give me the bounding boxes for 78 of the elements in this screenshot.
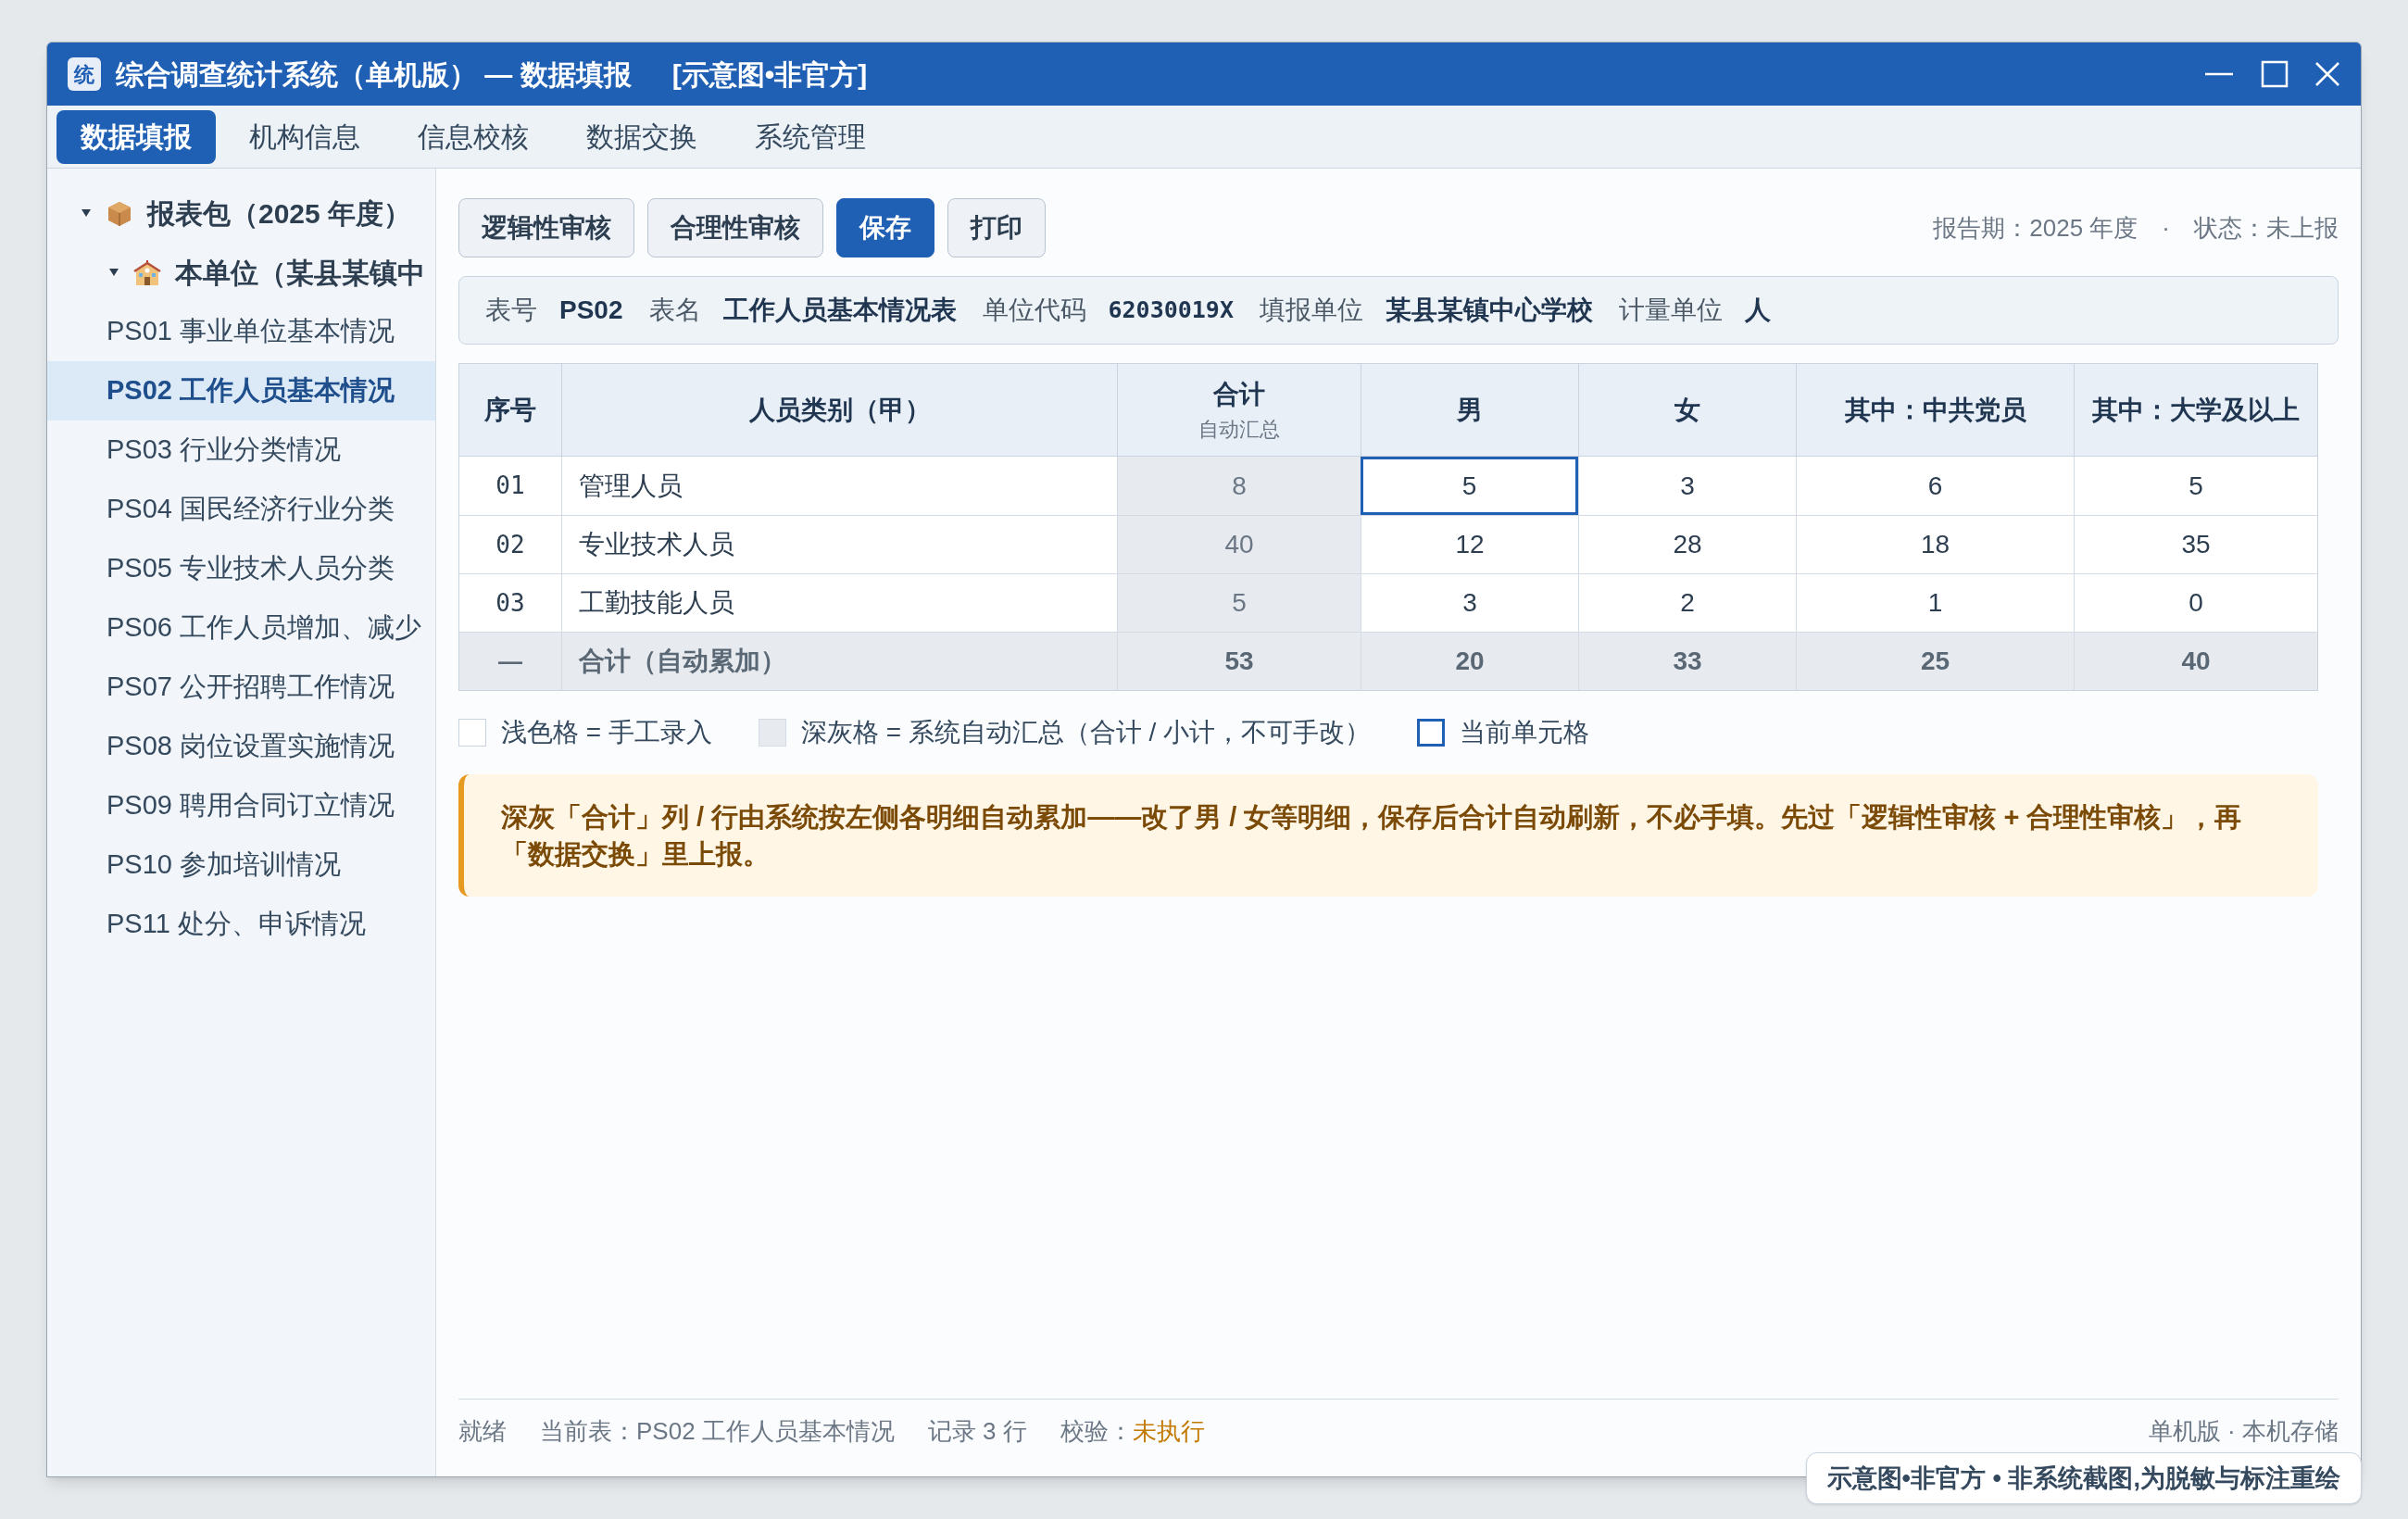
value-cell: 20: [1361, 633, 1578, 690]
school-icon: [132, 257, 162, 287]
legend-label: 浅色格 = 手工录入: [501, 717, 712, 748]
menu-tab[interactable]: 数据填报: [56, 109, 216, 164]
column-header: 人员类别（甲）: [748, 394, 931, 426]
hint-note: 深灰「合计」列 / 行由系统按左侧各明细自动累加——改了男 / 女等明细，保存后合计自动刷新，不必手填。先过「逻辑性审核 + 合理性审核」，再「数据交换」里上报。: [458, 774, 2318, 897]
seq-cell-text: 01: [495, 471, 526, 501]
tree-item[interactable]: 本单位（某县某镇中: [47, 243, 435, 302]
menu-tab[interactable]: 信息校核: [394, 109, 553, 164]
menu-tab[interactable]: 数据交换: [562, 109, 721, 164]
report-status: 状态：未上报: [2194, 212, 2339, 244]
value-cell: 40: [2074, 633, 2317, 690]
caret-icon[interactable]: [81, 208, 92, 218]
form-item[interactable]: PS07 公开招聘工作情况: [47, 658, 435, 717]
maximize-icon[interactable]: [2261, 60, 2289, 88]
info-value: PS02: [559, 295, 623, 326]
info-label: 表名: [648, 295, 701, 326]
separator-dot: ·: [2162, 212, 2170, 244]
menu-tab[interactable]: 系统管理: [731, 109, 890, 164]
total-cell: 5: [1117, 574, 1361, 632]
legend-swatch: [758, 719, 786, 747]
info-value: 工作人员基本情况表: [722, 295, 957, 326]
form-item[interactable]: PS11 处分、申诉情况: [47, 895, 435, 954]
form-item[interactable]: PS03 行业分类情况: [47, 421, 435, 480]
status-check: 校验：未执行: [1060, 1416, 1205, 1447]
info-value: 某县某镇中心学校: [1385, 295, 1593, 326]
form-item[interactable]: PS06 工作人员增加、减少: [47, 598, 435, 658]
report-period: 报告期：2025 年度: [1933, 212, 2138, 244]
legend-swatch: [1417, 719, 1446, 747]
legend-swatch: [458, 719, 486, 747]
tree-item[interactable]: 报表包（2025 年度）: [47, 183, 435, 243]
menu-tab[interactable]: 机构信息: [225, 109, 384, 164]
status-ready: 就绪: [458, 1416, 507, 1447]
form-item[interactable]: PS01 事业单位基本情况: [47, 302, 435, 361]
info-label: 表号: [485, 295, 537, 326]
column-header: 其中：中共党员: [1844, 394, 2026, 426]
column-note: 自动汇总: [1198, 417, 1280, 443]
form-item[interactable]: PS02 工作人员基本情况: [47, 361, 435, 421]
column-header: 合计: [1213, 379, 1265, 410]
toolbar-button[interactable]: 逻辑性审核: [458, 198, 634, 257]
info-label: 计量单位: [1618, 295, 1723, 326]
info-label: 填报单位: [1259, 295, 1363, 326]
seq-cell-text: —: [497, 646, 523, 677]
category-cell: 合计（自动累加）: [561, 633, 1117, 690]
window-title: 综合调查统计系统（单机版） — 数据填报: [116, 57, 632, 92]
total-cell: 8: [1117, 457, 1361, 515]
value-cell[interactable]: 5: [1361, 457, 1578, 515]
toolbar-button[interactable]: 合理性审核: [647, 198, 823, 257]
total-cell: 53: [1117, 633, 1361, 690]
column-header: 女: [1674, 394, 1700, 426]
form-item[interactable]: PS05 专业技术人员分类: [47, 539, 435, 598]
total-cell: 40: [1117, 516, 1361, 573]
form-item[interactable]: PS08 岗位设置实施情况: [47, 717, 435, 776]
column-header: 序号: [484, 394, 536, 426]
info-value: 人: [1744, 295, 1771, 326]
disclaimer-badge: 示意图•非官方 • 非系统截图,为脱敏与标注重绘: [1805, 1452, 2362, 1504]
legend-label: 当前单元格: [1460, 717, 1590, 748]
form-item[interactable]: PS09 聘用合同订立情况: [47, 776, 435, 835]
close-icon[interactable]: [2314, 61, 2340, 87]
toolbar-button[interactable]: 保存: [836, 198, 934, 257]
caret-icon[interactable]: [108, 268, 119, 277]
column-header: 其中：大学及以上: [2092, 394, 2300, 426]
column-header: 男: [1457, 394, 1483, 426]
form-item[interactable]: PS10 参加培训情况: [47, 835, 435, 895]
info-label: 单位代码: [982, 295, 1086, 326]
app-logo: 统: [68, 57, 101, 91]
legend-label: 深灰格 = 系统自动汇总（合计 / 小计，不可手改）: [800, 717, 1372, 748]
status-current-table: 当前表：PS02 工作人员基本情况: [540, 1413, 895, 1450]
status-records: 记录 3 行: [927, 1416, 1027, 1447]
value-cell: 33: [1578, 633, 1796, 690]
seq-cell-text: 02: [495, 529, 526, 560]
window-tag: [示意图•非官方]: [671, 53, 868, 95]
status-storage: 单机版 · 本机存储: [2148, 1416, 2339, 1447]
value-cell: 25: [1796, 633, 2074, 690]
seq-cell-text: 03: [495, 587, 526, 619]
form-item[interactable]: PS04 国民经济行业分类: [47, 480, 435, 539]
info-value: 62030019X: [1108, 295, 1234, 326]
toolbar-button[interactable]: 打印: [947, 198, 1046, 257]
